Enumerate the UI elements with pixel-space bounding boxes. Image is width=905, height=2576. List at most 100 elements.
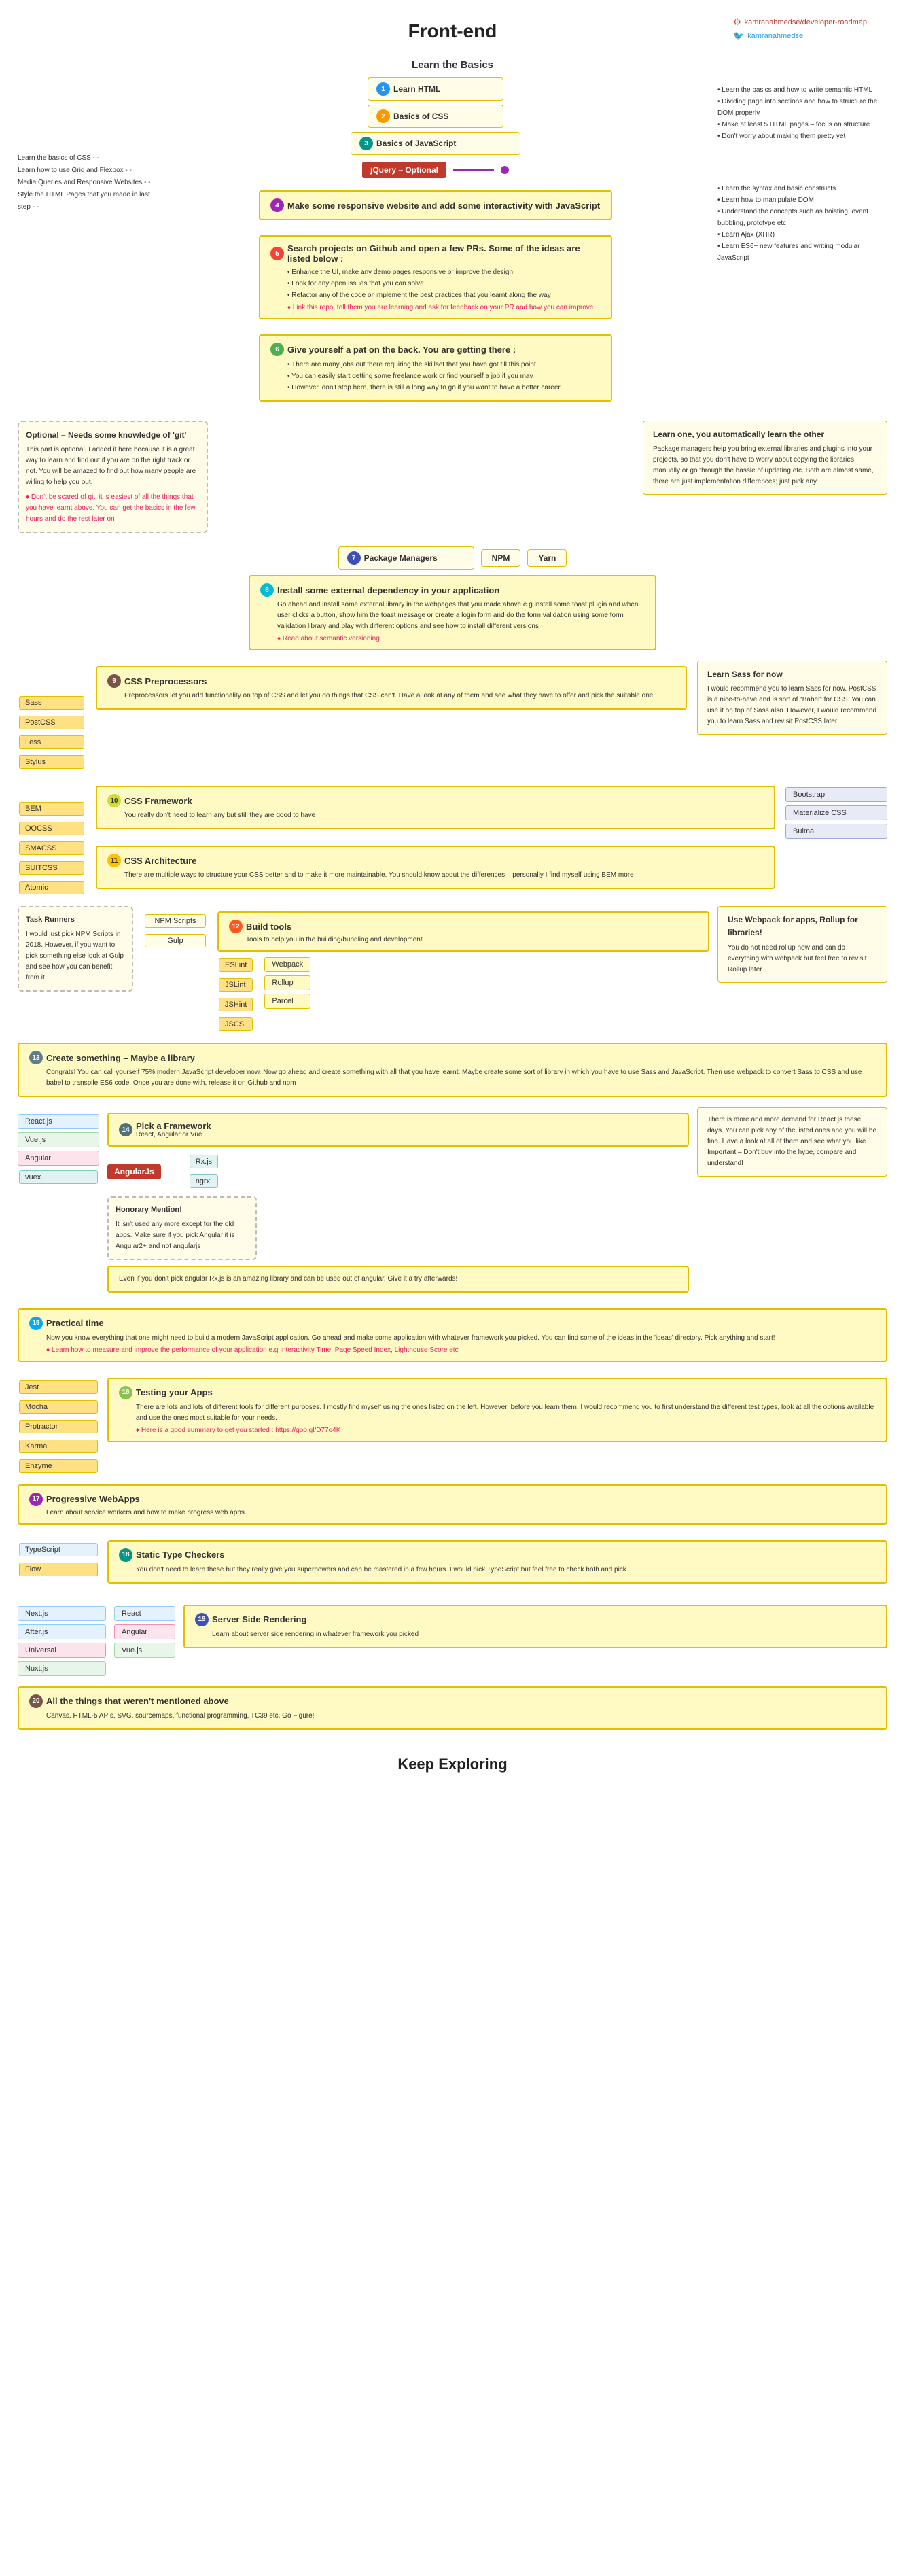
testing-center: 16 Testing your Apps There are lots and … xyxy=(107,1372,887,1448)
ri3: • Make at least 5 HTML pages – focus on … xyxy=(717,119,887,130)
twitter-username: kamranahmedse xyxy=(747,32,803,40)
step1-row: 1 Learn HTML xyxy=(368,77,503,101)
tag-less: Less xyxy=(19,735,84,749)
step5-box: 5 Search projects on Github and open a f… xyxy=(259,235,612,319)
static-type-section: TypeScript Flow 18 Static Type Checkers … xyxy=(18,1535,887,1589)
task-runners-panel: Task Runners I would just pick NPM Scrip… xyxy=(18,906,133,992)
css-preprocessors-box: 9 CSS Preprocessors Preprocessors let yo… xyxy=(96,666,687,710)
honorary-title: Honorary Mention! xyxy=(116,1204,249,1217)
framework-info-body: There is more and more demand for React.… xyxy=(707,1115,877,1169)
step5-hint: Link this repo, tell them you are learni… xyxy=(287,304,601,311)
tag-postcss: PostCSS xyxy=(19,716,84,729)
tag-enzyme: Enzyme xyxy=(19,1459,98,1473)
bundler-rollup: Rollup xyxy=(264,975,310,990)
tag-ngrx: ngrx xyxy=(190,1174,218,1188)
s19-label: Server Side Rendering xyxy=(212,1614,306,1624)
angularjs-row: AngularJs Rx.js ngrx xyxy=(107,1153,689,1189)
pick-framework-center: 14 Pick a Framework React, Angular or Vu… xyxy=(107,1107,689,1298)
bem-tags: BEM OOCSS SMACSS SUITCSS Atomic xyxy=(18,780,86,896)
s15-label: Practical time xyxy=(46,1318,104,1328)
ssr-section: Next.js After.js Universal Nuxt.js React… xyxy=(18,1599,887,1676)
step8-box: 8 Install some external dependency in yo… xyxy=(249,575,656,650)
rj3: • Understand the concepts such as hoisti… xyxy=(717,206,887,229)
learn-one-panel: Learn one, you automatically learn the o… xyxy=(643,421,887,495)
cf-num: 10 xyxy=(107,794,121,807)
cpp-body: Preprocessors let you add functionality … xyxy=(124,691,675,701)
pick-framework-box: 14 Pick a Framework React, Angular or Vu… xyxy=(107,1113,689,1147)
webpack-title: Use Webpack for apps, Rollup for librari… xyxy=(728,913,877,939)
bullet-4: Style the HTML Pages that you made in la… xyxy=(18,189,154,213)
type-tools-col: TypeScript Flow xyxy=(18,1535,99,1578)
step6-b3: • However, don't stop here, there is sti… xyxy=(287,382,601,394)
twitter-link[interactable]: 🐦 kamranahmedse xyxy=(733,31,867,41)
bundler-webpack: Webpack xyxy=(264,957,310,972)
tag-bulma: Bulma xyxy=(785,824,887,839)
ssr-gen-vue: Vue.js xyxy=(114,1643,175,1658)
css-preprocessors-center: 9 CSS Preprocessors Preprocessors let yo… xyxy=(96,661,687,715)
package-managers-row: 7 Package Managers NPM Yarn xyxy=(18,546,887,570)
tag-atomic: Atomic xyxy=(19,881,84,894)
npm-tag[interactable]: NPM xyxy=(481,549,521,567)
linter-jslint: JSLint xyxy=(219,978,253,992)
tag-materialize: Materialize CSS xyxy=(785,805,887,820)
step2-box[interactable]: 2 Basics of CSS xyxy=(368,105,503,128)
step2-num: 2 xyxy=(376,109,390,123)
pm-label: Package Managers xyxy=(364,553,438,563)
tag-vuex: vuex xyxy=(19,1170,98,1184)
css-framework-section: BEM OOCSS SMACSS SUITCSS Atomic 10 CSS F… xyxy=(18,780,887,896)
tag-typescript: TypeScript xyxy=(19,1543,98,1556)
step6-b1: • There are many jobs out there requirin… xyxy=(287,359,601,370)
step2-row: 2 Basics of CSS xyxy=(368,105,503,128)
rj2: • Learn how to manipulate DOM xyxy=(717,194,887,206)
package-managers-box[interactable]: 7 Package Managers xyxy=(338,546,474,570)
framework-tags-left: React.js Vue.js Angular vuex xyxy=(18,1107,99,1185)
s17-num: 17 xyxy=(29,1493,43,1506)
ca-body: There are multiple ways to structure you… xyxy=(124,870,764,881)
bundler-parcel: Parcel xyxy=(264,994,310,1009)
bullet-3: Media Queries and Responsive Websites - … xyxy=(18,177,154,189)
tag-smacss: SMACSS xyxy=(19,841,84,855)
ri-js: • Learn the syntax and basic constructs … xyxy=(717,183,887,264)
cpp-num: 9 xyxy=(107,674,121,688)
ri2: • Dividing page into sections and how to… xyxy=(717,96,887,119)
s13-num: 13 xyxy=(29,1051,43,1064)
step13-box: 13 Create something – Maybe a library Co… xyxy=(18,1043,887,1097)
bt-num: 12 xyxy=(229,920,243,933)
even-if-box: Even if you don't pick angular Rx.js is … xyxy=(107,1266,689,1293)
bullet-1: Learn the basics of CSS - - xyxy=(18,152,154,164)
learn-one-title: Learn one, you automatically learn the o… xyxy=(653,428,877,441)
bt-body: Tools to help you in the building/bundli… xyxy=(246,936,698,943)
optional-git-title: Optional – Needs some knowledge of 'git' xyxy=(26,429,200,442)
build-tools-section: Task Runners I would just pick NPM Scrip… xyxy=(18,906,887,1032)
s18-label: Static Type Checkers xyxy=(136,1550,225,1560)
github-link[interactable]: ⚙ kamranahmedse/developer-roadmap xyxy=(733,17,867,28)
yarn-tag[interactable]: Yarn xyxy=(527,549,567,567)
jquery-connector xyxy=(453,169,494,171)
build-tools-box: 12 Build tools Tools to help you in the … xyxy=(217,911,709,952)
webpack-body: You do not need rollup now and can do ev… xyxy=(728,943,877,975)
social-links: ⚙ kamranahmedse/developer-roadmap 🐦 kamr… xyxy=(733,17,867,44)
step4-label: Make some responsive website and add som… xyxy=(287,201,600,211)
tag-oocss: OOCSS xyxy=(19,822,84,835)
rj5: • Learn ES6+ new features and writing mo… xyxy=(717,241,887,264)
step1-box[interactable]: 1 Learn HTML xyxy=(368,77,503,101)
step4-num: 4 xyxy=(270,198,284,212)
step8-hint: ♦ Read about semantic versioning xyxy=(277,635,645,642)
github-username: kamranahmedse/developer-roadmap xyxy=(745,18,867,27)
s15-num: 15 xyxy=(29,1317,43,1330)
step5-b2: • Look for any open issues that you can … xyxy=(287,278,601,290)
testing-section: Jest Mocha Protractor Karma Enzyme 16 Te… xyxy=(18,1372,887,1474)
step3-box[interactable]: 3 Basics of JavaScript xyxy=(351,132,520,155)
tag-vuejs: Vue.js xyxy=(18,1132,99,1147)
center-steps: 1 Learn HTML 2 Basics of CSS 3 Basics of xyxy=(154,77,717,407)
step1-label: Learn HTML xyxy=(393,84,440,94)
tag-karma: Karma xyxy=(19,1440,98,1453)
learn-basics-title: Learn the Basics xyxy=(18,59,887,71)
rx-ngrx-col: Rx.js ngrx xyxy=(188,1153,219,1189)
pf-num: 14 xyxy=(119,1123,132,1136)
pm-num: 7 xyxy=(347,551,361,565)
ssr-tag-nuxtjs: Nuxt.js xyxy=(18,1661,106,1676)
s20-label: All the things that weren't mentioned ab… xyxy=(46,1696,229,1706)
step3-num: 3 xyxy=(359,137,373,150)
left-bullets: Learn the basics of CSS - - Learn how to… xyxy=(18,77,154,213)
